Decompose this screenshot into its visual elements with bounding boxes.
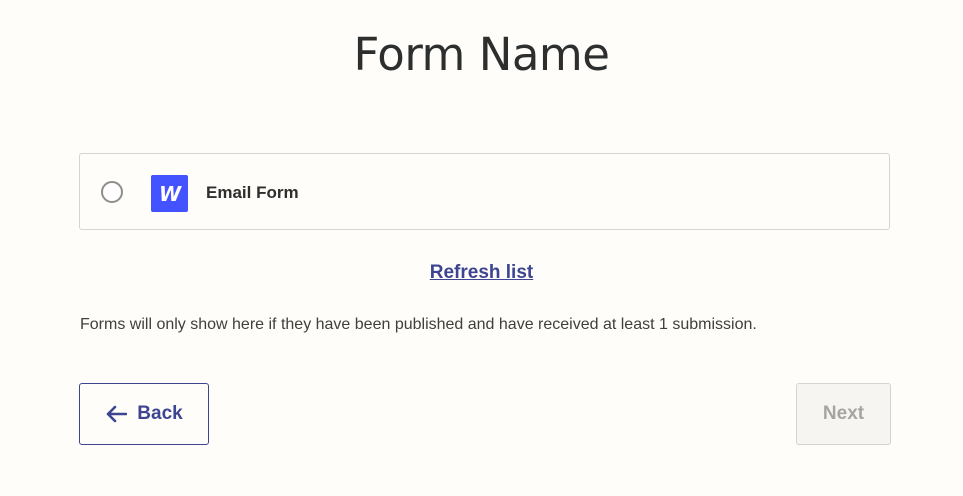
- radio-button[interactable]: [101, 181, 123, 203]
- webflow-logo-letter: W: [158, 184, 181, 204]
- back-button-label: Back: [137, 403, 183, 424]
- webflow-logo-icon: W: [151, 175, 188, 212]
- page: Form Name W Email Form Refresh list Form…: [0, 0, 963, 496]
- refresh-list-container: Refresh list: [0, 262, 963, 284]
- arrow-left-icon: [106, 405, 128, 423]
- webflow-logo-glyph: W: [158, 184, 181, 204]
- next-button[interactable]: Next: [796, 383, 891, 445]
- page-title: Form Name: [353, 28, 610, 81]
- form-option-email-form[interactable]: W Email Form: [79, 153, 890, 230]
- help-text: Forms will only show here if they have b…: [80, 316, 757, 333]
- refresh-list-link[interactable]: Refresh list: [430, 262, 533, 283]
- next-button-label: Next: [822, 403, 865, 424]
- back-button[interactable]: Back: [79, 383, 209, 445]
- form-option-label: Email Form: [206, 183, 299, 202]
